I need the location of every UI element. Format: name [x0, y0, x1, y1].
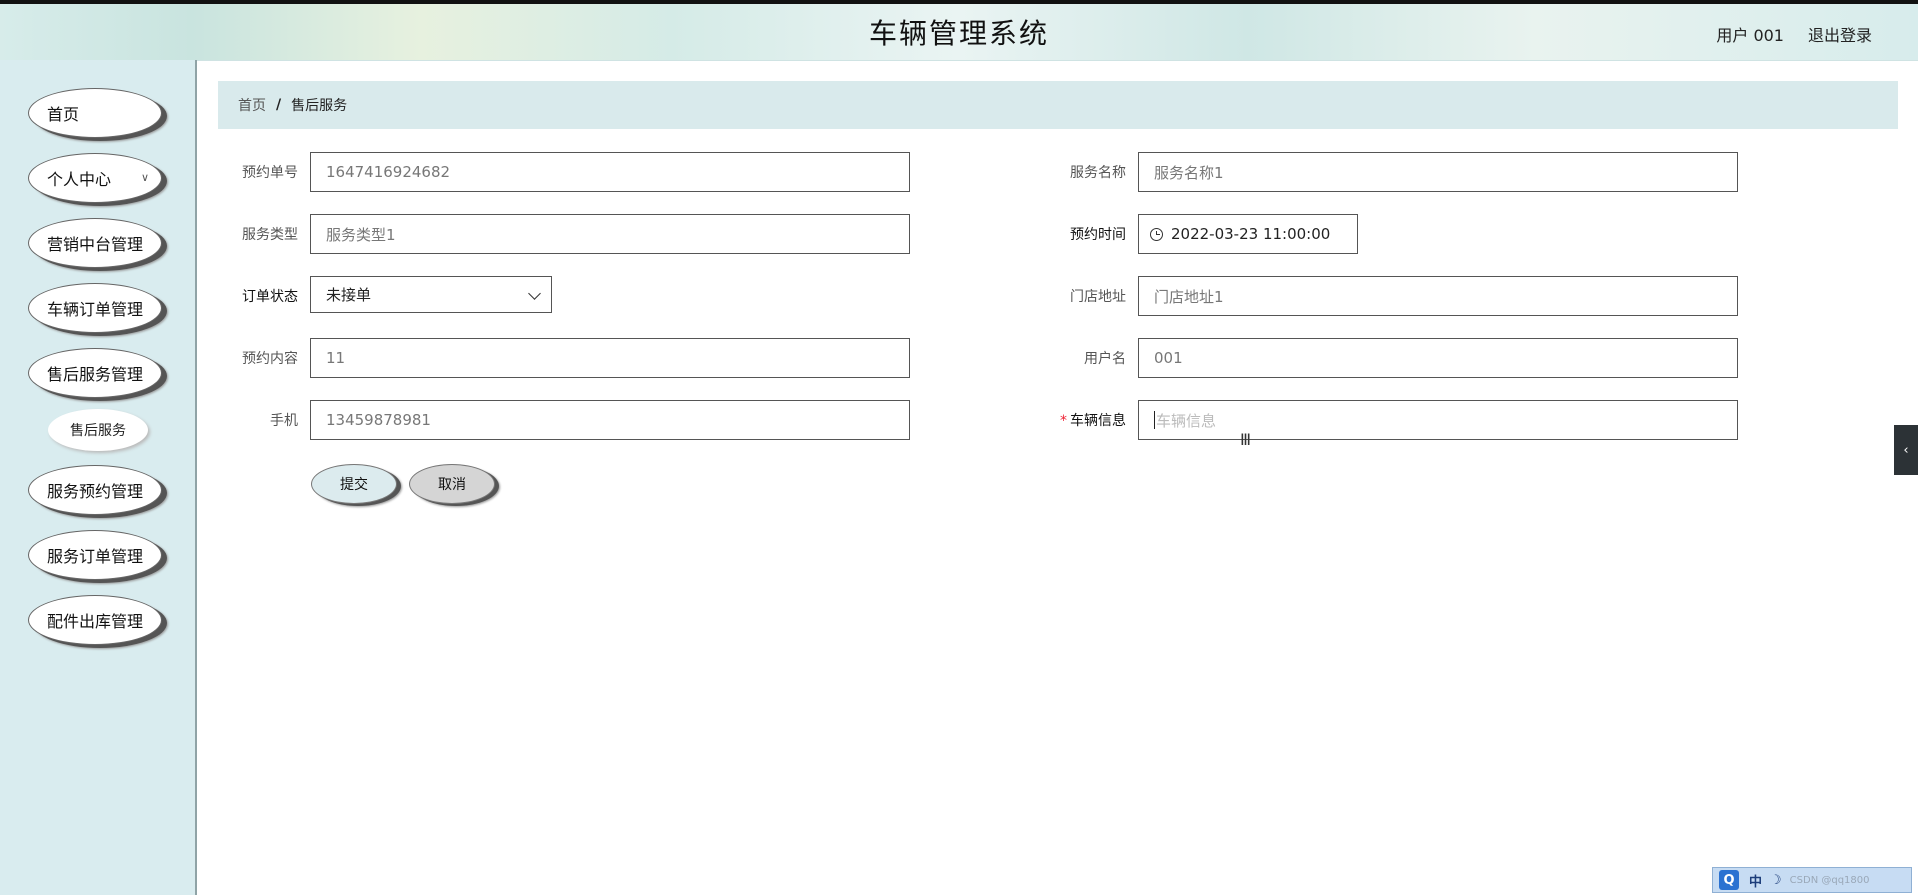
chevron-down-icon [528, 287, 541, 300]
appointment-time-label: 预约时间 [1070, 227, 1126, 243]
sidebar-item-marketing[interactable]: 营销中台管理 [28, 218, 162, 268]
text-cursor [1154, 411, 1155, 429]
sidebar-subitem-after-sales-service[interactable]: 售后服务 [48, 409, 148, 451]
content-field[interactable]: 11 [310, 338, 910, 378]
service-type-field[interactable]: 服务类型1 [310, 214, 910, 254]
sidebar-item-label: 个人中心 [47, 170, 112, 189]
order-no-field[interactable]: 1647416924682 [310, 152, 910, 192]
order-status-value: 未接单 [326, 286, 372, 304]
vehicle-info-label: * 车辆信息 [1032, 410, 1126, 430]
sidebar-item-label: 车辆订单管理 [46, 300, 143, 319]
username-label: 用户名 [1084, 351, 1126, 367]
ime-language-toggle[interactable]: 中 [1749, 871, 1762, 890]
ime-toolbar: Q 中 ☽ CSDN @qq1800 [1712, 867, 1912, 893]
app-title: 车辆管理系统 [868, 17, 1049, 50]
service-type-label: 服务类型 [242, 227, 298, 243]
sidebar: 首页 个人中心 ∨ 营销中台管理 车辆订单管理 售后服务管理 售后服务 服务预约… [0, 60, 197, 895]
sidebar-subitem-label: 售后服务 [70, 423, 126, 439]
phone-field[interactable]: 13459878981 [310, 400, 910, 440]
clock-icon [1150, 227, 1163, 241]
app-header: 车辆管理系统 用户 001 退出登录 [0, 4, 1918, 61]
service-name-value: 服务名称1 [1154, 163, 1224, 182]
vehicle-info-field[interactable]: 车辆信息 [1138, 400, 1738, 440]
breadcrumb-current: 售后服务 [291, 98, 348, 114]
sidebar-item-profile[interactable]: 个人中心 ∨ [28, 153, 162, 203]
username-value: 001 [1154, 349, 1183, 367]
store-address-label: 门店地址 [1070, 289, 1126, 305]
store-address-field[interactable]: 门店地址1 [1138, 276, 1738, 316]
sidebar-item-label: 营销中台管理 [46, 235, 143, 254]
breadcrumb-home-link[interactable]: 首页 [238, 95, 266, 115]
username-field[interactable]: 001 [1138, 338, 1738, 378]
watermark-text: CSDN @qq1800 [1789, 874, 1870, 886]
sidebar-item-service-orders[interactable]: 服务订单管理 [28, 530, 162, 580]
sidebar-item-service-appointments[interactable]: 服务预约管理 [28, 465, 162, 515]
content-label: 预约内容 [242, 351, 298, 367]
service-name-field[interactable]: 服务名称1 [1138, 152, 1738, 192]
store-address-value: 门店地址1 [1154, 287, 1224, 306]
chevron-down-icon: ∨ [140, 171, 149, 184]
cancel-button[interactable]: 取消 [409, 464, 495, 504]
sidebar-item-label: 服务预约管理 [46, 482, 143, 501]
moon-icon[interactable]: ☽ [1770, 873, 1782, 888]
appointment-time-picker[interactable]: 2022-03-23 11:00:00 [1138, 214, 1358, 254]
content-value: 11 [326, 349, 346, 367]
order-no-value: 1647416924682 [326, 163, 451, 181]
sidebar-item-label: 服务订单管理 [46, 547, 143, 566]
logout-link[interactable]: 退出登录 [1808, 22, 1872, 46]
phone-label: 手机 [270, 413, 298, 429]
service-name-label: 服务名称 [1070, 165, 1126, 181]
required-asterisk: * [1060, 413, 1067, 429]
order-status-select[interactable]: 未接单 [310, 276, 552, 313]
appointment-time-value: 2022-03-23 11:00:00 [1171, 225, 1331, 243]
sidebar-item-after-sales[interactable]: 售后服务管理 [28, 348, 162, 398]
service-type-value: 服务类型1 [326, 225, 396, 244]
vehicle-info-placeholder: 车辆信息 [1156, 411, 1217, 430]
ibeam-cursor-icon: Ⅲ [1240, 430, 1252, 449]
vehicle-info-label-text: 车辆信息 [1070, 413, 1126, 429]
sidebar-item-label: 售后服务管理 [46, 365, 143, 384]
order-status-label: 订单状态 [242, 289, 298, 305]
sidebar-item-home[interactable]: 首页 [28, 88, 162, 138]
phone-value: 13459878981 [326, 411, 431, 429]
sidebar-item-label: 配件出库管理 [46, 612, 143, 631]
submit-button[interactable]: 提交 [311, 464, 397, 504]
current-user-label: 用户 001 [1716, 26, 1784, 45]
ime-logo-icon[interactable]: Q [1719, 870, 1739, 890]
breadcrumb: 首页 / 售后服务 [218, 81, 1898, 129]
sidebar-item-parts-outbound[interactable]: 配件出库管理 [28, 595, 162, 645]
sidebar-item-label: 首页 [47, 105, 80, 124]
breadcrumb-separator: / [276, 97, 282, 113]
collapse-panel-tab[interactable]: ‹ [1894, 425, 1918, 475]
chevron-left-icon: ‹ [1903, 442, 1909, 458]
order-no-label: 预约单号 [242, 165, 298, 181]
sidebar-item-vehicle-orders[interactable]: 车辆订单管理 [28, 283, 162, 333]
